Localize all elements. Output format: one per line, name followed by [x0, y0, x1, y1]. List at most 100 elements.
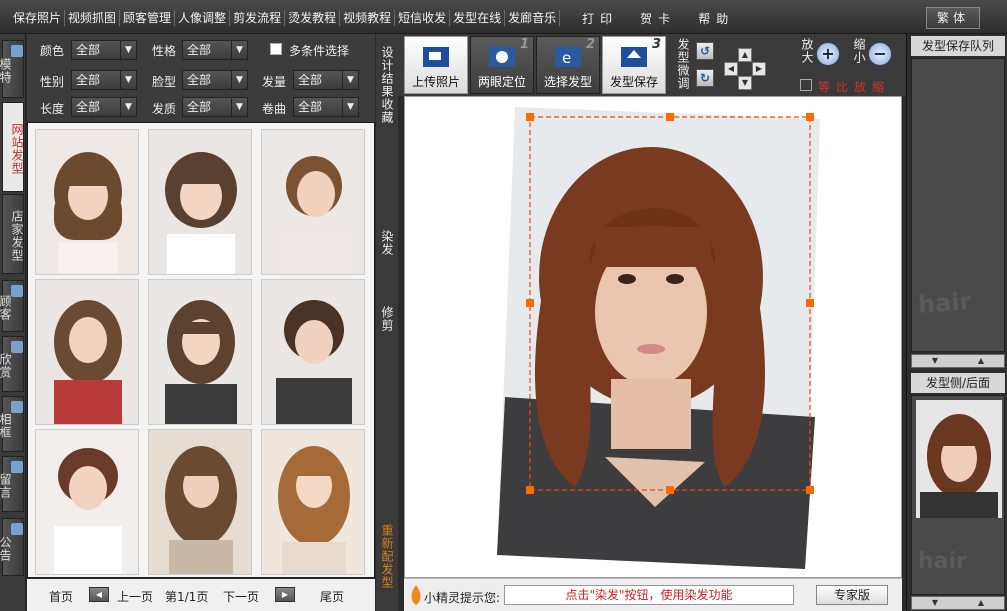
last-page-link[interactable]: 尾页 [320, 588, 344, 605]
scroll-up-icon[interactable]: ▲ [958, 597, 1004, 609]
filter-panel: 颜色 全部 ▼ 性格 全部 ▼ 多条件选择 性别 全部 ▼ 脸型 全部 ▼ 发量 全部 ▼… [27, 34, 375, 122]
editor-toolbar: 上传照片 1 两眼定位 2 e 选择发型 3 发型保存 发型微调 ↺ ↻ ▲ ◀… [398, 34, 906, 96]
menu-video-tutorial[interactable]: 视频教程 [340, 10, 396, 26]
proportional-scale-checkbox[interactable] [800, 79, 812, 91]
tab-appreciate[interactable]: 欣赏 [0, 336, 24, 392]
menu-greeting-card[interactable]: 贺卡 [640, 10, 676, 27]
save-style-button[interactable]: 3 发型保存 [602, 36, 666, 94]
face-label: 脸型 [152, 75, 177, 89]
tab-label: 留言 [0, 473, 12, 499]
color-select[interactable]: 全部 ▼ [71, 40, 137, 60]
trim-button[interactable]: 修剪 [378, 306, 396, 332]
personality-select[interactable]: 全部 ▼ [182, 40, 248, 60]
select-style-icon: e [555, 47, 581, 67]
zoom-in-icon[interactable]: + [816, 42, 840, 66]
queue-scroll-controls[interactable]: ▼ ▲ [911, 354, 1005, 368]
menu-cut-process[interactable]: 剪发流程 [230, 10, 286, 26]
menu-sms[interactable]: 短信收发 [395, 10, 451, 26]
volume-label: 发量 [262, 75, 287, 89]
menu-salon-music[interactable]: 发廊音乐 [505, 10, 561, 26]
menu-video-capture[interactable]: 视频抓图 [65, 10, 121, 26]
face-select[interactable]: 全部 ▼ [182, 70, 248, 90]
eye-position-icon [489, 47, 515, 67]
multi-condition-checkbox[interactable] [270, 43, 282, 55]
scroll-down-icon[interactable]: ▼ [912, 597, 958, 609]
side-scroll-controls[interactable]: ▼ ▲ [911, 596, 1005, 610]
tab-website-styles[interactable]: 网站发型 [2, 102, 24, 192]
scroll-up-icon[interactable]: ▲ [958, 355, 1004, 367]
rotate-left-icon[interactable]: ↺ [696, 42, 714, 60]
side-back-title: 发型侧/后面 [911, 373, 1005, 393]
save-result-button[interactable]: 设计结果收藏 [378, 46, 396, 124]
zoom-out-icon[interactable]: − [868, 42, 892, 66]
frame-icon [11, 401, 23, 413]
hairstyle-thumbnail[interactable] [261, 129, 365, 275]
menu-style-online[interactable]: 发型在线 [450, 10, 506, 26]
upload-photo-button[interactable]: 上传照片 [404, 36, 468, 94]
tab-notices[interactable]: 公告 [0, 518, 24, 576]
tab-messages[interactable]: 留言 [0, 456, 24, 512]
scroll-down-icon[interactable]: ▼ [912, 355, 958, 367]
curl-select[interactable]: 全部 ▼ [293, 97, 359, 117]
hairstyle-thumbnail[interactable] [35, 279, 139, 425]
select-value: 全部 [187, 43, 212, 57]
prev-page-link[interactable]: 上一页 [117, 588, 153, 605]
hairstyle-gallery [27, 122, 375, 578]
move-right-icon[interactable]: ▶ [752, 62, 766, 76]
hairstyle-thumbnail[interactable] [35, 129, 139, 275]
hairstyle-thumbnail[interactable] [148, 279, 252, 425]
flame-icon [411, 585, 421, 605]
tab-label: 顾客 [0, 295, 12, 321]
move-up-icon[interactable]: ▲ [738, 48, 752, 62]
model-icon [11, 45, 23, 57]
volume-select[interactable]: 全部 ▼ [293, 70, 359, 90]
chevron-down-icon: ▼ [120, 98, 136, 116]
redo-style-button[interactable]: 重新配发型 [378, 524, 396, 589]
menu-customer-mgmt[interactable]: 顾客管理 [120, 10, 176, 26]
tab-models[interactable]: 模特 [0, 40, 24, 98]
select-value: 全部 [76, 73, 101, 87]
menu-portrait-adjust[interactable]: 人像调整 [175, 10, 231, 26]
menu-save-photo[interactable]: 保存照片 [10, 10, 66, 26]
chevron-down-icon: ▼ [120, 41, 136, 59]
save-queue-list[interactable]: hair [911, 58, 1005, 352]
dye-button[interactable]: 染发 [378, 230, 396, 256]
next-page-link[interactable]: 下一页 [223, 588, 259, 605]
traditional-chinese-button[interactable]: 繁体 [926, 7, 980, 29]
expert-edition-button[interactable]: 专家版 [816, 585, 888, 605]
move-left-icon[interactable]: ◀ [724, 62, 738, 76]
next-arrow-icon[interactable]: ▶ [275, 587, 295, 602]
hairstyle-thumbnail[interactable] [261, 429, 365, 575]
page-info: 第1/1页 [165, 590, 209, 604]
prev-arrow-icon[interactable]: ◀ [89, 587, 109, 602]
tab-label: 模特 [0, 58, 12, 84]
chevron-down-icon: ▼ [231, 41, 247, 59]
menu-help[interactable]: 帮助 [698, 10, 734, 27]
select-style-button[interactable]: 2 e 选择发型 [536, 36, 600, 94]
menu-perm-tutorial[interactable]: 烫发教程 [285, 10, 341, 26]
gender-select[interactable]: 全部 ▼ [71, 70, 137, 90]
move-down-icon[interactable]: ▼ [738, 76, 752, 90]
step-number: 2 [585, 37, 595, 52]
fine-tune-label: 发型微调 [676, 38, 690, 90]
first-page-link[interactable]: 首页 [49, 588, 73, 605]
button-label: 选择发型 [543, 75, 592, 89]
eye-position-button[interactable]: 1 两眼定位 [470, 36, 534, 94]
length-select[interactable]: 全部 ▼ [71, 97, 137, 117]
rotate-right-icon[interactable]: ↻ [696, 69, 714, 87]
editing-canvas[interactable] [404, 96, 902, 578]
texture-select[interactable]: 全部 ▼ [182, 97, 248, 117]
button-label: 发型保存 [609, 75, 658, 89]
right-panel: 发型保存队列 hair ▼ ▲ 发型侧/后面 hair ▼ ▲ [906, 34, 1007, 611]
chevron-down-icon: ▼ [231, 98, 247, 116]
menu-print[interactable]: 打印 [582, 10, 618, 27]
hairstyle-thumbnail[interactable] [261, 279, 365, 425]
hairstyle-thumbnail[interactable] [148, 129, 252, 275]
tab-frames[interactable]: 相框 [0, 396, 24, 452]
side-back-view[interactable]: hair [911, 395, 1005, 595]
hairstyle-thumbnail[interactable] [148, 429, 252, 575]
hairstyle-thumbnail[interactable] [35, 429, 139, 575]
tab-shop-styles[interactable]: 店家发型 [2, 194, 24, 274]
zoom-out-label: 缩小 [852, 38, 866, 64]
tab-customers[interactable]: 顾客 [0, 280, 24, 332]
